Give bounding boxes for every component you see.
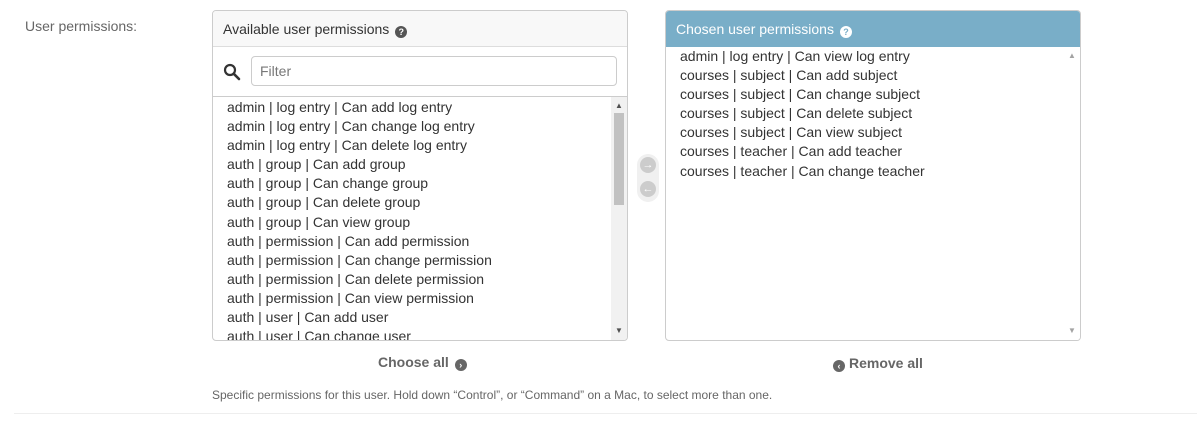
chosen-title-text: Chosen user permissions: [676, 21, 834, 37]
scrollbar-thumb[interactable]: [614, 113, 624, 205]
list-item[interactable]: auth | group | Can add group: [213, 155, 611, 174]
move-buttons: → ←: [637, 154, 659, 202]
chosen-permissions-title: Chosen user permissions?: [666, 11, 1080, 47]
add-selected-arrow-icon[interactable]: →: [640, 157, 656, 173]
list-item[interactable]: auth | permission | Can change permissio…: [213, 251, 611, 270]
chosen-permissions-list[interactable]: admin | log entry | Can view log entry co…: [666, 47, 1064, 181]
scroll-down-arrow-icon[interactable]: ▼: [611, 324, 627, 338]
list-item[interactable]: admin | log entry | Can change log entry: [213, 117, 611, 136]
question-circle-icon[interactable]: ?: [839, 26, 852, 38]
arrow-right-circle-icon: ›: [454, 359, 467, 371]
help-text: Specific permissions for this user. Hold…: [212, 388, 773, 402]
list-item[interactable]: auth | permission | Can add permission: [213, 232, 611, 251]
scroll-up-arrow-icon[interactable]: ▲: [611, 99, 627, 113]
available-permissions-list[interactable]: admin | log entry | Can add log entry adm…: [213, 98, 611, 340]
list-item[interactable]: courses | subject | Can delete subject: [666, 104, 1064, 123]
scroll-up-arrow-icon[interactable]: ▲: [1064, 49, 1080, 63]
search-icon: [223, 63, 241, 81]
list-item[interactable]: auth | user | Can change user: [213, 327, 611, 340]
list-item[interactable]: auth | group | Can delete group: [213, 193, 611, 212]
list-item[interactable]: admin | log entry | Can add log entry: [213, 98, 611, 117]
available-permissions-list-area[interactable]: admin | log entry | Can add log entry adm…: [213, 97, 627, 340]
list-item[interactable]: courses | subject | Can change subject: [666, 85, 1064, 104]
list-item[interactable]: admin | log entry | Can view log entry: [666, 47, 1064, 66]
remove-all-label: Remove all: [849, 355, 923, 371]
filter-input[interactable]: [251, 56, 617, 86]
question-circle-icon[interactable]: ?: [395, 26, 408, 38]
available-permissions-title: Available user permissions?: [213, 11, 627, 47]
list-item[interactable]: admin | log entry | Can delete log entry: [213, 136, 611, 155]
chosen-list-scrollbar[interactable]: ▲ ▼: [1064, 47, 1080, 340]
list-item[interactable]: auth | permission | Can view permission: [213, 289, 611, 308]
choose-all-link[interactable]: Choose all ›: [378, 354, 467, 371]
chosen-permissions-list-area[interactable]: admin | log entry | Can view log entry co…: [666, 47, 1080, 340]
available-permissions-box: Available user permissions? admin | log …: [212, 10, 628, 341]
list-item[interactable]: auth | group | Can change group: [213, 174, 611, 193]
field-label: User permissions:: [25, 18, 138, 34]
scroll-down-arrow-icon[interactable]: ▼: [1064, 324, 1080, 338]
arrow-left-circle-icon: ‹: [833, 360, 845, 372]
remove-selected-arrow-icon[interactable]: ←: [640, 181, 656, 197]
list-item[interactable]: auth | permission | Can delete permissio…: [213, 270, 611, 289]
list-item[interactable]: auth | user | Can add user: [213, 308, 611, 327]
list-item[interactable]: courses | subject | Can add subject: [666, 66, 1064, 85]
filter-row: [213, 47, 627, 97]
divider: [14, 413, 1197, 414]
list-item[interactable]: courses | teacher | Can add teacher: [666, 142, 1064, 161]
list-item[interactable]: auth | group | Can view group: [213, 213, 611, 232]
available-list-scrollbar[interactable]: ▲ ▼: [611, 97, 627, 340]
remove-all-link[interactable]: ‹ Remove all: [833, 355, 923, 372]
list-item[interactable]: courses | subject | Can view subject: [666, 123, 1064, 142]
chosen-permissions-box: Chosen user permissions? admin | log ent…: [665, 10, 1081, 341]
list-item[interactable]: courses | teacher | Can change teacher: [666, 162, 1064, 181]
choose-all-label: Choose all: [378, 354, 449, 370]
available-title-text: Available user permissions: [223, 21, 390, 37]
